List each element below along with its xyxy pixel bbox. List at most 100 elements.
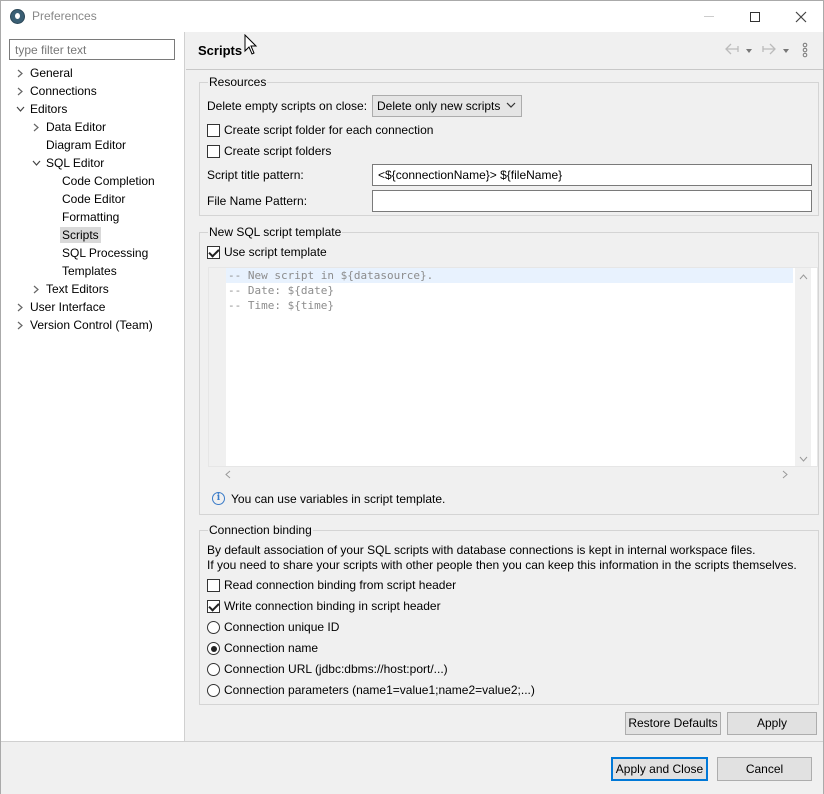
tree-item-label: Editors bbox=[30, 102, 68, 116]
tree-item-label: Data Editor bbox=[46, 120, 107, 134]
title-pattern-input[interactable] bbox=[372, 164, 812, 186]
chevron-right-icon[interactable] bbox=[15, 82, 27, 100]
tree-item-label: Formatting bbox=[62, 210, 120, 224]
read-header-checkbox[interactable] bbox=[207, 579, 220, 592]
tree-item-label: User Interface bbox=[30, 300, 106, 314]
chevron-right-icon[interactable] bbox=[15, 316, 27, 334]
radio-connection-url[interactable] bbox=[207, 663, 220, 676]
tree-item-templates[interactable]: Templates bbox=[62, 262, 117, 280]
write-header-checkbox[interactable] bbox=[207, 600, 220, 613]
minimize-icon bbox=[704, 16, 714, 17]
dialog-button-bar: Apply and Close Cancel bbox=[1, 741, 823, 794]
restore-defaults-button[interactable]: Restore Defaults bbox=[625, 712, 721, 735]
tree-item-diagram-editor[interactable]: Diagram Editor bbox=[46, 136, 126, 154]
use-template-checkbox[interactable] bbox=[207, 246, 220, 259]
file-name-pattern-input[interactable] bbox=[372, 190, 812, 212]
minimize-button[interactable] bbox=[686, 1, 732, 32]
tree-item-code-completion[interactable]: Code Completion bbox=[62, 172, 155, 190]
title-bar[interactable]: Preferences bbox=[1, 1, 823, 32]
use-template-label: Use script template bbox=[224, 245, 327, 259]
create-folder-each-checkbox[interactable] bbox=[207, 124, 220, 137]
preference-page: Scripts Resources Delete empty scripts o… bbox=[186, 32, 823, 741]
apply-button[interactable]: Apply bbox=[727, 712, 817, 735]
radio-label: Connection unique ID bbox=[224, 620, 340, 634]
view-menu-icon[interactable] bbox=[802, 42, 808, 60]
tree-item-scripts[interactable]: Scripts bbox=[60, 226, 101, 244]
scroll-left-icon[interactable] bbox=[225, 470, 231, 481]
tree-item-label: Version Control (Team) bbox=[30, 318, 153, 332]
vertical-scrollbar[interactable] bbox=[795, 268, 811, 466]
select-value: Delete only new scripts bbox=[377, 99, 501, 113]
scroll-up-icon[interactable] bbox=[799, 272, 808, 282]
radio-label: Connection parameters (name1=value1;name… bbox=[224, 683, 535, 697]
template-editor[interactable]: -- New script in ${datasource}. -- Date:… bbox=[208, 267, 818, 467]
app-logo-icon bbox=[10, 9, 25, 24]
editor-line[interactable]: -- Date: ${date} bbox=[228, 283, 334, 298]
close-button[interactable] bbox=[778, 1, 824, 32]
delete-empty-select[interactable]: Delete only new scripts bbox=[372, 95, 522, 117]
chevron-right-icon[interactable] bbox=[31, 280, 43, 298]
group-title: New SQL script template bbox=[208, 225, 343, 239]
tree-item-label: General bbox=[30, 66, 73, 80]
chevron-down-icon bbox=[506, 99, 516, 114]
tree-item-label: Text Editors bbox=[46, 282, 109, 296]
create-folder-each-label: Create script folder for each connection bbox=[224, 123, 434, 137]
radio-label: Connection name bbox=[224, 641, 319, 655]
info-icon: i bbox=[212, 492, 225, 505]
filter-input[interactable] bbox=[9, 39, 175, 60]
template-info-text: You can use variables in script template… bbox=[231, 492, 446, 506]
resources-group: Resources Delete empty scripts on close:… bbox=[199, 75, 819, 216]
tree-item-label: Code Editor bbox=[62, 192, 126, 206]
apply-and-close-button[interactable]: Apply and Close bbox=[611, 757, 708, 781]
page-title: Scripts bbox=[198, 43, 243, 58]
tree-item-label: SQL Processing bbox=[62, 246, 149, 260]
preferences-window: Preferences General bbox=[0, 0, 824, 794]
create-folders-label: Create script folders bbox=[224, 144, 332, 158]
back-arrow-icon[interactable] bbox=[724, 42, 740, 60]
cancel-button[interactable]: Cancel bbox=[717, 757, 812, 781]
editor-gutter bbox=[209, 268, 226, 466]
tree-item-sql-processing[interactable]: SQL Processing bbox=[62, 244, 148, 262]
mouse-cursor-icon bbox=[244, 34, 258, 55]
editor-line[interactable]: -- New script in ${datasource}. bbox=[226, 268, 793, 283]
write-header-label: Write connection binding in script heade… bbox=[224, 599, 441, 613]
scroll-right-icon[interactable] bbox=[782, 470, 788, 481]
horizontal-scrollbar[interactable] bbox=[225, 468, 793, 482]
radio-connection-name[interactable] bbox=[207, 642, 220, 655]
chevron-down-icon[interactable] bbox=[15, 100, 27, 118]
chevron-right-icon[interactable] bbox=[15, 64, 27, 82]
maximize-icon bbox=[750, 11, 760, 22]
radio-connection-parameters[interactable] bbox=[207, 684, 220, 697]
preferences-tree-panel: General Connections Editors Data Editor bbox=[1, 32, 185, 741]
chevron-right-icon[interactable] bbox=[15, 298, 27, 316]
maximize-button[interactable] bbox=[732, 1, 778, 32]
create-folders-checkbox[interactable] bbox=[207, 145, 220, 158]
chevron-right-icon[interactable] bbox=[31, 118, 43, 136]
tree-item-label: Scripts bbox=[60, 227, 101, 243]
tree-item-code-editor[interactable]: Code Editor bbox=[62, 190, 125, 208]
title-pattern-label: Script title pattern: bbox=[207, 168, 304, 182]
tree-item-formatting[interactable]: Formatting bbox=[62, 208, 119, 226]
delete-empty-label: Delete empty scripts on close: bbox=[207, 99, 368, 113]
tree-item-label: SQL Editor bbox=[46, 156, 105, 170]
tree-item-label: Templates bbox=[62, 264, 117, 278]
scroll-down-icon[interactable] bbox=[799, 454, 808, 464]
editor-line[interactable]: -- Time: ${time} bbox=[228, 298, 334, 313]
read-header-label: Read connection binding from script head… bbox=[224, 578, 457, 592]
tree-item-label: Code Completion bbox=[62, 174, 155, 188]
binding-description-1: By default association of your SQL scrip… bbox=[207, 543, 756, 557]
binding-description-2: If you need to share your scripts with o… bbox=[207, 558, 797, 572]
tree-item-label: Connections bbox=[30, 84, 97, 98]
connection-binding-group: Connection binding By default associatio… bbox=[199, 523, 819, 705]
window-title: Preferences bbox=[32, 9, 97, 23]
group-title: Connection binding bbox=[208, 523, 313, 537]
file-name-pattern-label: File Name Pattern: bbox=[207, 194, 308, 208]
tree-item-label: Diagram Editor bbox=[46, 138, 127, 152]
page-navigation bbox=[724, 42, 819, 60]
forward-arrow-icon[interactable] bbox=[761, 42, 777, 60]
forward-dropdown-icon[interactable] bbox=[782, 43, 790, 61]
chevron-down-icon[interactable] bbox=[31, 154, 43, 172]
radio-connection-unique-id[interactable] bbox=[207, 621, 220, 634]
back-dropdown-icon[interactable] bbox=[745, 43, 753, 61]
group-title: Resources bbox=[208, 75, 268, 89]
